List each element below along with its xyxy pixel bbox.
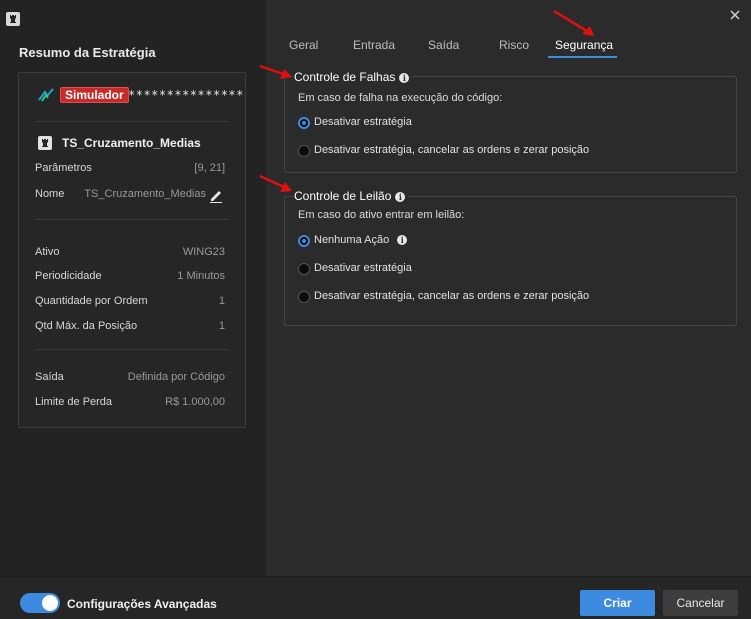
radio-label: Nenhuma Ação i <box>314 234 408 246</box>
create-button[interactable]: Criar <box>580 590 655 616</box>
radio-label: Desativar estratégia <box>314 262 412 274</box>
simulator-badge: Simulador <box>60 87 129 103</box>
app-logo-icon <box>6 12 20 26</box>
tab-entrada[interactable]: Entrada <box>353 38 395 52</box>
divider <box>35 219 229 220</box>
divider <box>35 121 229 122</box>
name-label: Nome <box>35 188 65 200</box>
ativo-label: Ativo <box>35 246 60 258</box>
radio-label: Desativar estratégia, cancelar as ordens… <box>314 290 590 302</box>
params-label: Parâmetros <box>35 162 92 174</box>
falhas-description: Em caso de falha na execução do código: <box>298 92 503 104</box>
pencil-icon[interactable] <box>208 187 224 203</box>
saida-label: Saída <box>35 371 64 383</box>
radio-button[interactable] <box>298 291 310 303</box>
limite-perda-value: R$ 1.000,00 <box>165 396 225 408</box>
close-icon[interactable] <box>728 8 742 22</box>
strategy-name: TS_Cruzamento_Medias <box>62 136 201 150</box>
advanced-settings-toggle[interactable] <box>20 593 60 613</box>
falhas-title: Controle de Falhas i <box>293 70 413 84</box>
divider <box>35 349 229 350</box>
info-icon[interactable]: i <box>399 72 410 83</box>
radio-button[interactable] <box>298 117 310 129</box>
summary-title: Resumo da Estratégia <box>19 45 156 60</box>
account-row: Simulador **************** <box>19 85 245 105</box>
active-tab-indicator <box>548 56 617 58</box>
radio-button[interactable] <box>298 235 310 247</box>
annotation-arrow <box>259 174 292 192</box>
advanced-settings-label: Configurações Avançadas <box>67 597 217 611</box>
leilao-title-text: Controle de Leilão <box>294 189 392 203</box>
account-id-masked: **************** <box>128 88 245 102</box>
tab-saida[interactable]: Saída <box>428 38 459 52</box>
params-value: [9, 21] <box>194 162 225 174</box>
radio-button[interactable] <box>298 263 310 275</box>
quantidade-label: Quantidade por Ordem <box>35 295 148 307</box>
tab-geral[interactable]: Geral <box>289 38 318 52</box>
annotation-arrow <box>553 9 594 36</box>
footer-bar: Configurações Avançadas Criar Cancelar <box>0 576 751 619</box>
strategy-logo-icon <box>38 88 54 102</box>
tab-bar: Geral Entrada Saída Risco Segurança <box>266 38 751 58</box>
limite-perda-label: Limite de Perda <box>35 396 113 408</box>
saida-value: Definida por Código <box>127 371 225 383</box>
ativo-value: WING23 <box>182 246 225 258</box>
qtd-max-value: 1 <box>218 320 225 332</box>
radio-button[interactable] <box>298 145 310 157</box>
radio-label: Desativar estratégia, cancelar as ordens… <box>314 144 590 156</box>
falhas-title-text: Controle de Falhas <box>294 70 396 84</box>
cancel-button[interactable]: Cancelar <box>663 590 738 616</box>
toggle-knob <box>42 595 58 611</box>
name-value: TS_Cruzamento_Medias <box>84 188 206 200</box>
qtd-max-label: Qtd Máx. da Posição <box>35 320 138 332</box>
leilao-title: Controle de Leilão i <box>293 189 409 203</box>
radio-label-text: Nenhuma Ação <box>314 234 390 246</box>
tab-seguranca[interactable]: Segurança <box>555 38 613 52</box>
summary-card: Simulador **************** TS_Cruzamento… <box>18 72 246 428</box>
periodicidade-label: Periodicidade <box>35 270 102 282</box>
radio-label: Desativar estratégia <box>314 116 412 128</box>
chess-rook-icon <box>38 136 52 150</box>
tab-risco[interactable]: Risco <box>499 38 529 52</box>
info-icon[interactable]: i <box>397 235 408 246</box>
periodicidade-value: 1 Minutos <box>177 270 225 282</box>
annotation-arrow <box>259 64 292 79</box>
quantidade-value: 1 <box>218 295 225 307</box>
leilao-description: Em caso do ativo entrar em leilão: <box>298 209 465 221</box>
info-icon[interactable]: i <box>395 191 406 202</box>
